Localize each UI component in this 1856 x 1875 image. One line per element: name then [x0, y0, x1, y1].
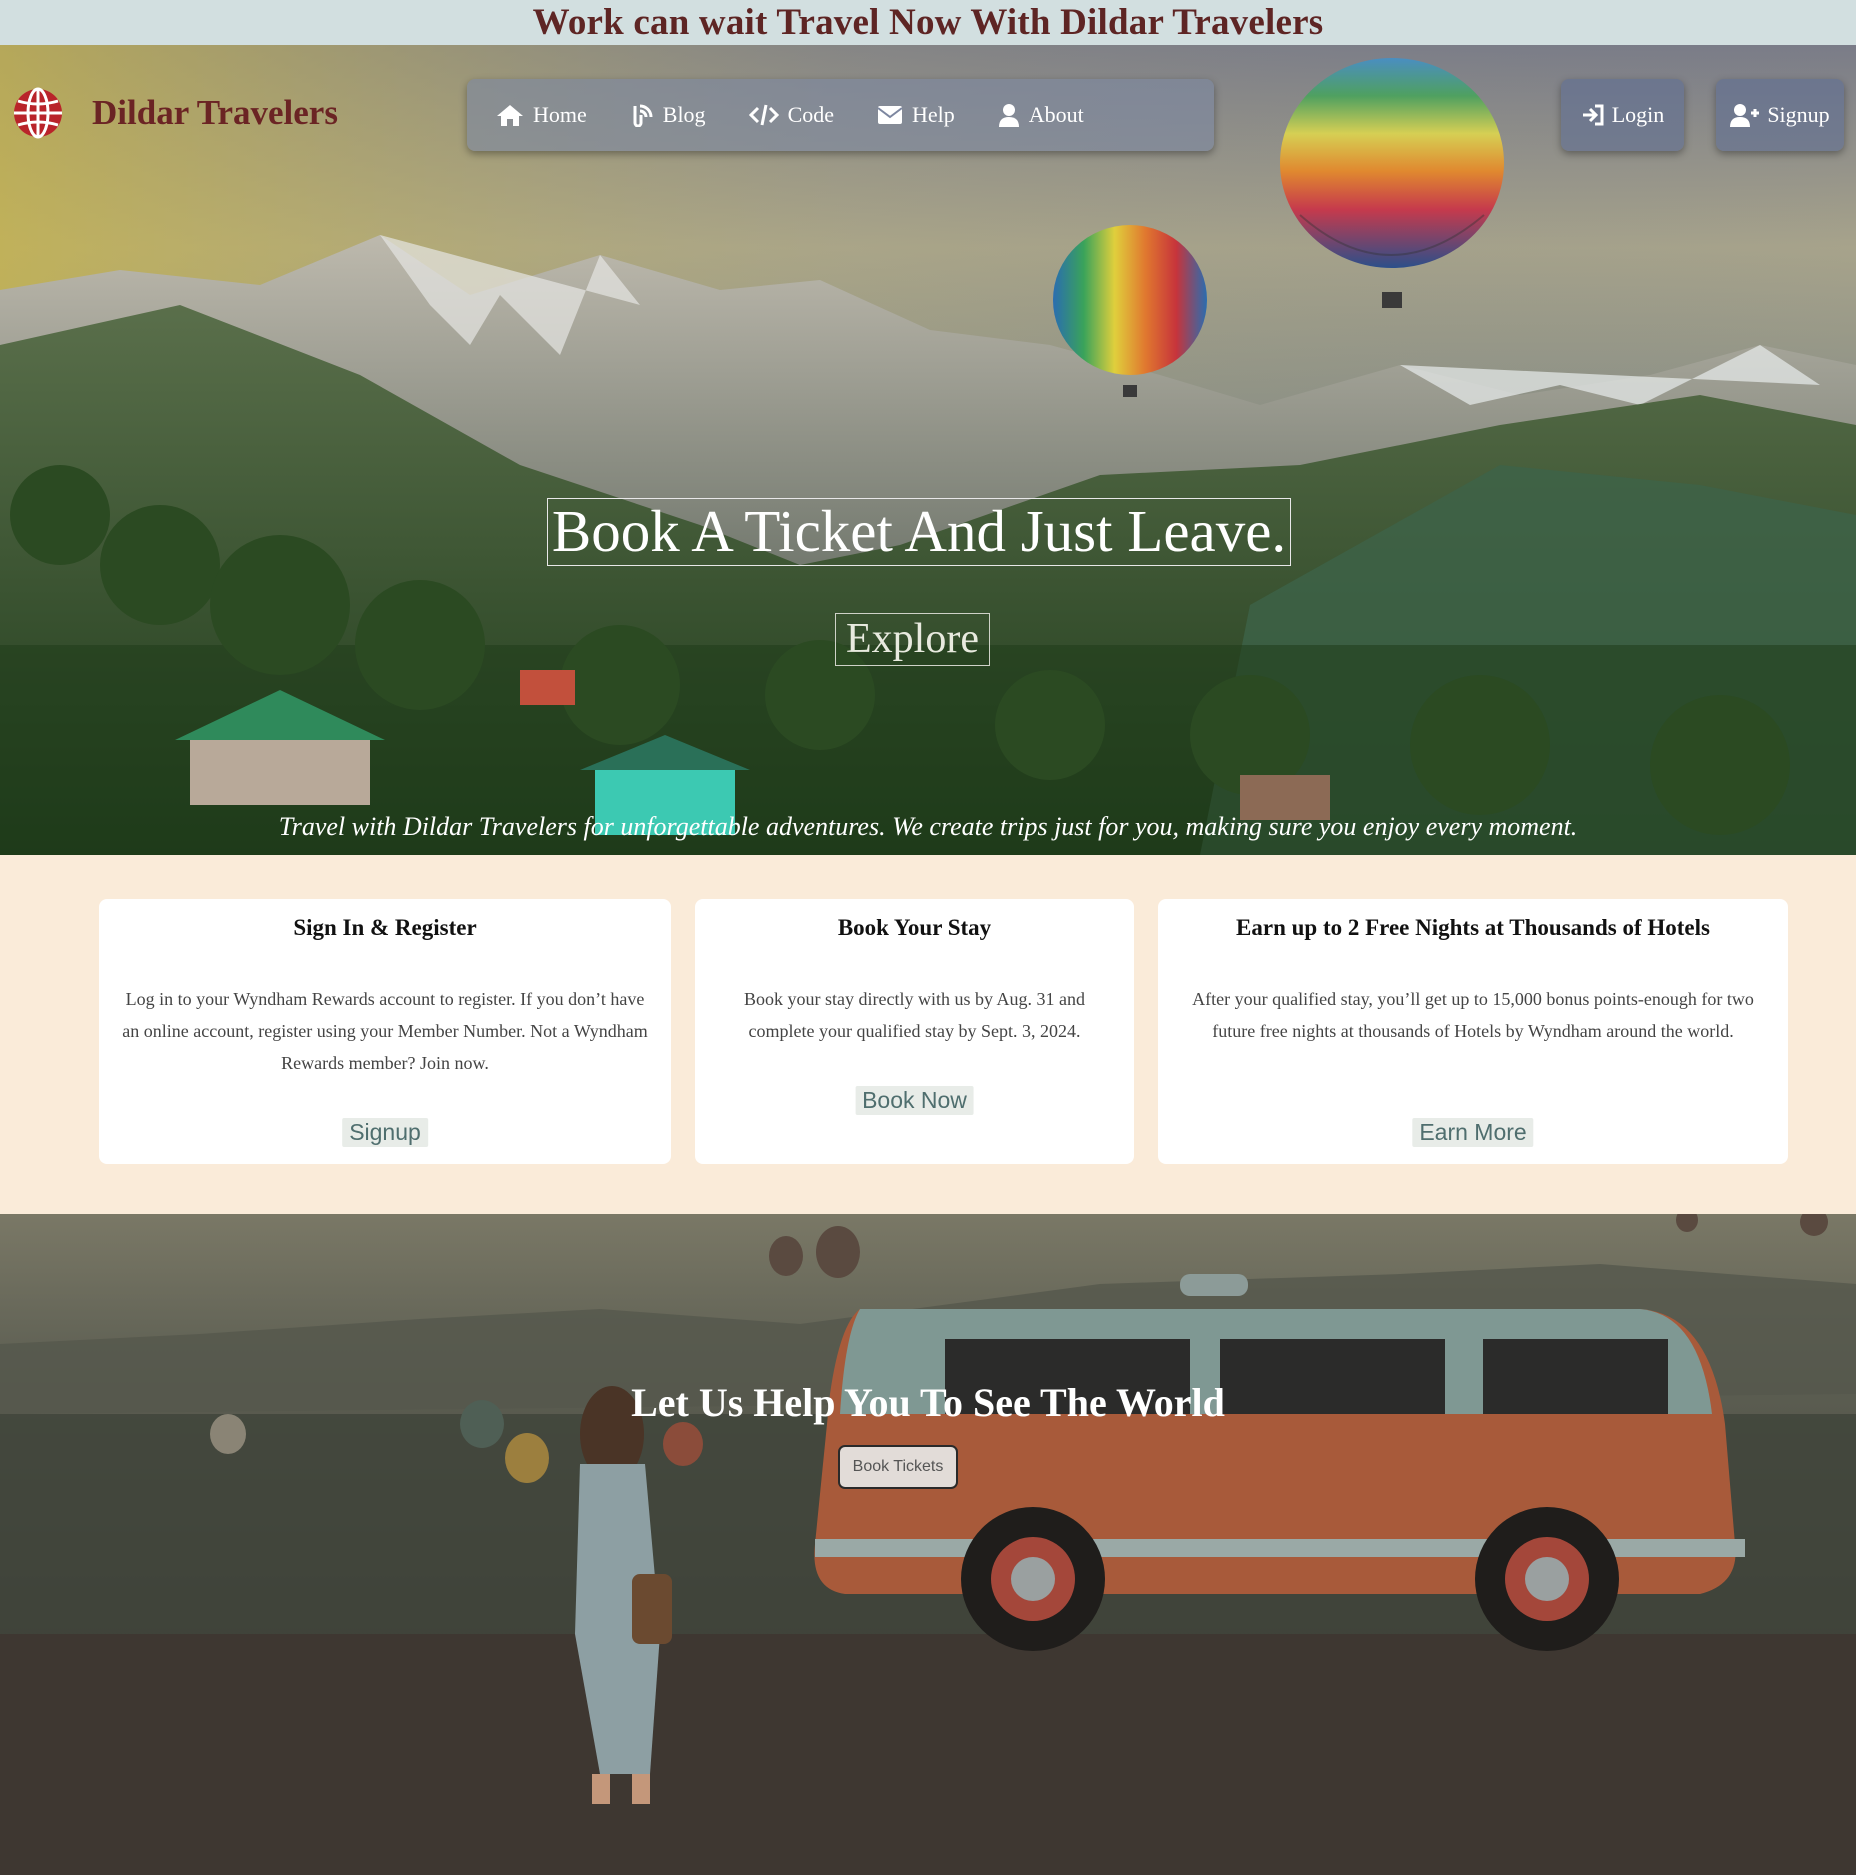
see-world-section: Let Us Help You To See The World Book Ti… — [0, 1214, 1856, 1875]
blog-icon — [633, 104, 653, 127]
card-title: Earn up to 2 Free Nights at Thousands of… — [1236, 915, 1710, 940]
card-body: Book your stay directly with us by Aug. … — [744, 989, 1085, 1041]
nav-item-label: Help — [912, 102, 955, 127]
signup-label: Signup — [1767, 102, 1830, 127]
code-icon — [748, 104, 779, 126]
user-plus-icon — [1730, 104, 1760, 127]
nav-item-label: About — [1028, 102, 1084, 127]
login-label: Login — [1611, 102, 1665, 127]
announcement-banner: Work can wait Travel Now With Dildar Tra… — [0, 0, 1856, 45]
hero-section: Dildar Travelers Home Blog Code Help Abo… — [0, 45, 1856, 855]
nav-item-label: Blog — [662, 102, 706, 127]
card-book-stay: Book Your Stay Book your stay directly w… — [695, 899, 1134, 1164]
nav-item-about[interactable]: About — [998, 102, 1084, 128]
envelope-icon — [877, 106, 903, 124]
globe-icon — [14, 87, 62, 139]
card-title: Book Your Stay — [837, 915, 992, 940]
main-nav: Home Blog Code Help About — [467, 79, 1214, 151]
sign-in-icon — [1582, 104, 1604, 126]
nav-item-code[interactable]: Code — [748, 102, 835, 128]
nav-item-label: Home — [533, 102, 587, 127]
home-icon — [497, 105, 523, 126]
hero-title: Book A Ticket And Just Leave. — [547, 498, 1291, 566]
nav-item-label: Code — [787, 102, 835, 127]
brand-name: Dildar Travelers — [92, 93, 338, 132]
van-background-image — [0, 1214, 1856, 1875]
nav-item-home[interactable]: Home — [496, 102, 587, 128]
login-button[interactable]: Login — [1561, 79, 1684, 151]
signup-button[interactable]: Signup — [1716, 79, 1844, 151]
card-body: Log in to your Wyndham Rewards account t… — [122, 989, 648, 1073]
hero-background-image — [0, 45, 1856, 855]
card-signup-button[interactable]: Signup — [342, 1118, 428, 1147]
brand[interactable]: Dildar Travelers — [12, 87, 338, 139]
card-earn-more-button[interactable]: Earn More — [1412, 1118, 1534, 1147]
nav-item-help[interactable]: Help — [877, 102, 955, 128]
card-title: Sign In & Register — [293, 915, 477, 940]
hero-tagline: Travel with Dildar Travelers for unforge… — [278, 812, 1578, 841]
explore-button[interactable]: Explore — [835, 613, 990, 666]
announcement-text: Work can wait Travel Now With Dildar Tra… — [532, 2, 1324, 43]
card-book-now-button[interactable]: Book Now — [855, 1086, 974, 1115]
features-section: Sign In & Register Log in to your Wyndha… — [0, 855, 1856, 1214]
card-sign-in: Sign In & Register Log in to your Wyndha… — [99, 899, 671, 1164]
nav-item-blog[interactable]: Blog — [630, 102, 706, 128]
book-tickets-button[interactable]: Book Tickets — [838, 1445, 958, 1489]
card-body: After your qualified stay, you’ll get up… — [1192, 989, 1754, 1041]
see-world-title: Let Us Help You To See The World — [631, 1380, 1225, 1425]
user-icon — [998, 104, 1019, 127]
card-earn-nights: Earn up to 2 Free Nights at Thousands of… — [1158, 899, 1788, 1164]
